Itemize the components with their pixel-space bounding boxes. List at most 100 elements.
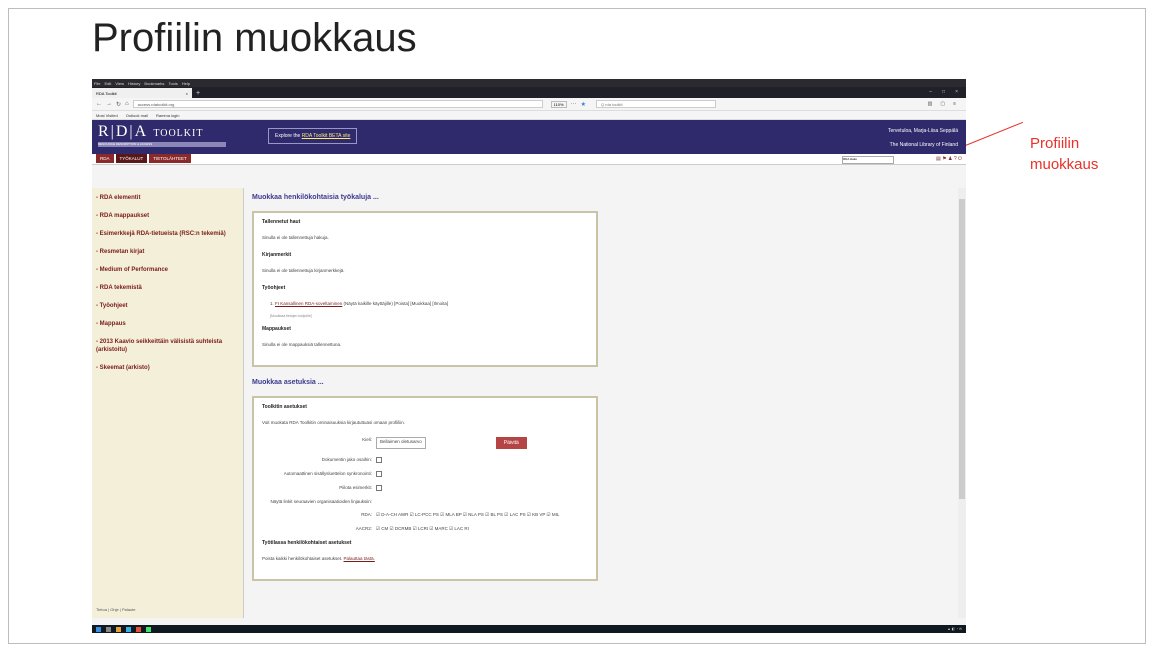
tab-tyokalut[interactable]: TYÖKALUT xyxy=(115,154,148,163)
menu-file[interactable]: File xyxy=(94,81,100,86)
workflows-heading: Työohjeet xyxy=(262,285,286,291)
library-icon[interactable]: ▥ xyxy=(928,101,933,107)
slide-title: Profiilin muokkaus xyxy=(92,16,417,60)
settings-section-title[interactable]: Muokkaa asetuksia ... xyxy=(252,379,812,386)
rda-toolbar-icons: ▤ ⚑ ♟ ? ⏻ xyxy=(936,156,962,162)
nav-item-rda-tekemista[interactable]: - RDA tekemistä xyxy=(96,284,239,292)
bookmark-star-icon[interactable]: ★ xyxy=(581,101,586,108)
auto-sync-row: Automaattinen sisällysluettelon synkrono… xyxy=(262,471,588,477)
close-window-icon[interactable]: × xyxy=(955,89,958,95)
app-icon[interactable] xyxy=(146,626,151,632)
tab-close-icon[interactable]: × xyxy=(186,91,188,96)
language-label: Kieli: xyxy=(362,437,372,442)
workflow-actions[interactable]: (Näytä kaikille käyttäjille) [Poista] [M… xyxy=(342,301,449,306)
maximize-icon[interactable]: □ xyxy=(942,89,945,95)
print-icon[interactable]: ▤ xyxy=(936,156,941,162)
forward-icon[interactable]: → xyxy=(106,101,112,107)
menu-icon[interactable]: ≡ xyxy=(953,101,956,107)
nav-item-esimerkkeja[interactable]: - Esimerkkejä RDA-tietueista (RSC:n teke… xyxy=(96,230,239,238)
auto-sync-label: Automaattinen sisällysluettelon synkrono… xyxy=(283,471,372,476)
rda-search-placeholder: RDA Haku xyxy=(843,157,858,161)
rda-logo-text: R|D|A xyxy=(98,123,148,140)
language-select[interactable]: Bellaimen oletusarvo xyxy=(376,437,426,449)
hide-examples-checkbox[interactable] xyxy=(376,485,382,491)
leftnav-footer[interactable]: Tietoa | Ohje | Palaute xyxy=(96,607,136,612)
saved-searches-text: Sinulla ei ole tallennettuja hakuja. xyxy=(262,235,329,240)
edge-icon[interactable] xyxy=(126,626,131,632)
menu-history[interactable]: History xyxy=(128,81,140,86)
left-navigation: - RDA elementit - RDA mappaukset - Esime… xyxy=(92,188,244,618)
zoom-level[interactable]: 110% xyxy=(550,100,567,108)
rda-logo[interactable]: R|D|A TOOLKIT xyxy=(98,123,203,141)
nav-item-tyoohjeet[interactable]: - Työohjeet xyxy=(96,302,239,310)
rda-options-checkboxes[interactable]: ☑ D-A-CH AWR ☑ LC-PCC PS ☑ MLA BP ☑ NLA … xyxy=(376,512,559,518)
bookmarks-toolbar: Most Visited Outlook mail Ramma login xyxy=(92,111,966,120)
system-tray: ▲ ◧ ◔ ✉ xyxy=(947,627,962,631)
nav-item-resmetan-kirjat[interactable]: - Resmetan kirjat xyxy=(96,248,239,256)
bookmark-icon[interactable]: ⚑ xyxy=(942,156,946,162)
personal-settings-prefix: Poista kaikki henkilökohtaiset asetukset… xyxy=(262,556,344,561)
bookmark-item[interactable]: Outlook mail xyxy=(126,113,148,118)
firefox-icon[interactable] xyxy=(136,626,141,632)
rda-header: R|D|A TOOLKIT RESOURCE DESCRIPTION & ACC… xyxy=(92,120,966,154)
menu-help[interactable]: Help xyxy=(182,81,190,86)
nav-item-mappaus[interactable]: - Mappaus xyxy=(96,320,239,328)
start-icon[interactable] xyxy=(96,626,101,632)
workflow-link[interactable]: FI Kansallinen RDA-soveltaminen xyxy=(275,301,342,306)
personal-settings-heading: Työtilassa henkilökohtaiset asetukset xyxy=(262,540,352,546)
profile-icon[interactable]: ♟ xyxy=(948,156,952,162)
auto-sync-checkbox[interactable] xyxy=(376,471,382,477)
rda-search-input[interactable]: RDA Haku xyxy=(842,156,894,164)
home-icon[interactable]: ⌂ xyxy=(125,101,129,107)
rda-logo-subtitle: RESOURCE DESCRIPTION & ACCESS xyxy=(98,142,226,147)
aacr-options-label: AACR2: xyxy=(355,526,372,531)
nav-item-skeemat[interactable]: - Skeemat (arkisto) xyxy=(96,364,239,372)
bookmark-item[interactable]: Most Visited xyxy=(96,113,118,118)
menu-bookmarks[interactable]: Bookmarks xyxy=(144,81,164,86)
workspace-section-title[interactable]: Muokkaa henkilökohtaisia työkaluja ... xyxy=(252,194,812,201)
browser-tab[interactable]: RDA Toolkit × xyxy=(92,88,192,98)
explore-beta-banner: Explore the RDA Toolkit BETA site xyxy=(268,128,358,144)
minimize-icon[interactable]: – xyxy=(929,89,932,95)
doc-split-checkbox[interactable] xyxy=(376,457,382,463)
aacr-options-checkboxes[interactable]: ☑ CM ☑ DCRMB ☑ LCRI ☑ MARC ☑ LAC RI xyxy=(376,526,469,532)
menu-tools[interactable]: Tools xyxy=(168,81,177,86)
logout-icon[interactable]: ⏻ xyxy=(958,156,962,162)
explore-prefix: Explore the xyxy=(275,133,302,139)
reload-icon[interactable]: ↻ xyxy=(116,101,121,108)
nav-item-2013-kaavio[interactable]: - 2013 Kaavio seikkeittäin välisistä suh… xyxy=(96,338,239,354)
window-controls: – □ × xyxy=(929,89,966,95)
refresh-button[interactable]: Päivitä xyxy=(495,437,527,449)
bookmark-item[interactable]: Ramma login xyxy=(156,113,180,118)
bookmarks-text: Sinulla ei ole tallennettuja kirjanmerkk… xyxy=(262,268,345,273)
help-icon[interactable]: ? xyxy=(954,156,957,162)
tab-tietolahteet[interactable]: TIETOLÄHTEET xyxy=(149,154,191,163)
back-icon[interactable]: ← xyxy=(96,101,102,107)
tab-title: RDA Toolkit xyxy=(96,90,117,96)
browser-search-input[interactable]: Q rda toolkit xyxy=(595,100,716,108)
doc-split-row: Dokumentin jako osaihin: xyxy=(262,457,588,463)
explore-beta-link[interactable]: RDA Toolkit BETA site xyxy=(302,133,351,139)
annotation-line1: Profiilin xyxy=(1030,135,1080,152)
url-text: access.rdatoolkit.org xyxy=(137,101,175,107)
mappings-heading: Mappaukset xyxy=(262,326,291,332)
new-tab-icon[interactable]: + xyxy=(196,90,200,97)
menu-edit[interactable]: Edit xyxy=(104,81,111,86)
tab-rda[interactable]: RDA xyxy=(96,154,114,163)
annotation-line2: muokkaus xyxy=(1030,156,1099,173)
settings-box: Toolkitin asetukset Voit muokata RDA Too… xyxy=(252,396,598,581)
url-bar[interactable]: access.rdatoolkit.org xyxy=(132,100,543,108)
nav-item-rda-mappaukset[interactable]: - RDA mappaukset xyxy=(96,212,239,220)
reset-link[interactable]: Palauttaa tästä. xyxy=(344,556,375,561)
explorer-icon[interactable] xyxy=(116,626,121,632)
sidebar-icon[interactable]: ▢ xyxy=(940,101,945,107)
nav-item-medium-of-performance[interactable]: - Medium of Performance xyxy=(96,266,239,274)
rda-options-row: RDA: ☑ D-A-CH AWR ☑ LC-PCC PS ☑ MLA BP ☑… xyxy=(262,512,588,518)
rda-options-label: RDA: xyxy=(361,512,372,517)
menu-view[interactable]: View xyxy=(115,81,124,86)
search-icon[interactable] xyxy=(106,626,111,632)
page-actions-icon[interactable]: ··· xyxy=(571,101,577,107)
nav-item-rda-elementit[interactable]: - RDA elementit xyxy=(96,194,239,202)
scrollbar-thumb[interactable] xyxy=(959,199,965,499)
workflow-sub[interactable]: [Muokkaa tietojen lukijoille] xyxy=(270,314,588,318)
